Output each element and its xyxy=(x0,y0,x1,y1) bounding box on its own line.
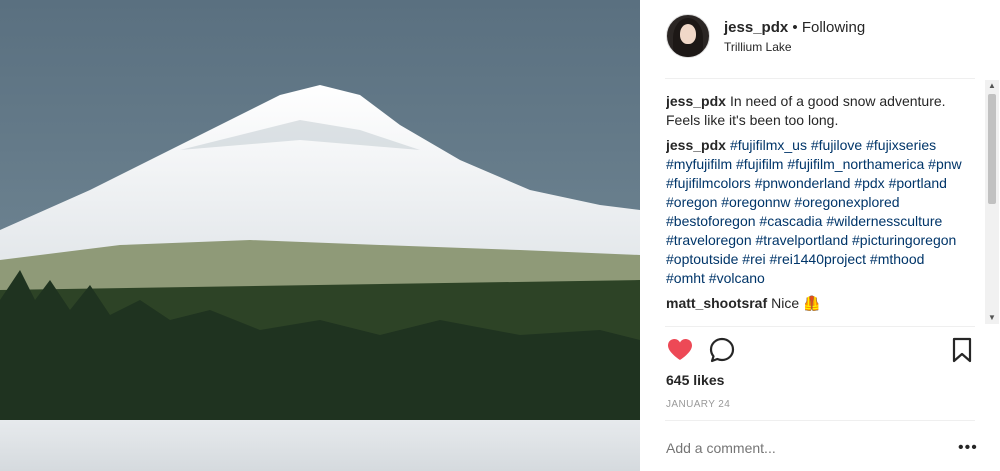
post-header: jess_pdx • Following Trillium Lake xyxy=(666,14,976,58)
avatar-face xyxy=(680,24,696,44)
location-link[interactable]: Trillium Lake xyxy=(724,40,865,54)
scroll-up-arrow-icon[interactable]: ▲ xyxy=(985,80,999,92)
post-sidebar: jess_pdx • Following Trillium Lake jess_… xyxy=(640,0,1000,471)
comments-scrollbar[interactable]: ▲ ▼ xyxy=(985,80,999,324)
header-divider xyxy=(665,78,975,79)
comment-author[interactable]: jess_pdx xyxy=(666,93,726,109)
comments-list[interactable]: jess_pdx In need of a good snow adventure… xyxy=(666,92,966,324)
comment-author[interactable]: jess_pdx xyxy=(666,137,726,153)
comment-item: jess_pdx In need of a good snow adventure… xyxy=(666,92,966,130)
scroll-down-arrow-icon[interactable]: ▼ xyxy=(985,312,999,324)
like-button[interactable] xyxy=(666,336,694,364)
action-bar xyxy=(666,336,976,364)
footer-divider xyxy=(665,420,975,421)
post-date: JANUARY 24 xyxy=(666,399,731,410)
comment-author[interactable]: matt_shootsraf xyxy=(666,295,767,311)
post-container: jess_pdx • Following Trillium Lake jess_… xyxy=(0,0,1000,471)
more-options-button[interactable]: ••• xyxy=(958,440,978,456)
avatar[interactable] xyxy=(666,14,710,58)
save-button[interactable] xyxy=(948,336,976,364)
hashtag-list[interactable]: #fujifilmx_us #fujilove #fujixseries #my… xyxy=(666,137,962,286)
comments-divider xyxy=(665,326,975,327)
bookmark-icon xyxy=(952,337,972,363)
header-text: jess_pdx • Following Trillium Lake xyxy=(724,19,865,54)
user-line: jess_pdx • Following xyxy=(724,19,865,36)
following-button[interactable]: Following xyxy=(802,19,865,36)
add-comment-input[interactable] xyxy=(666,440,911,456)
mountain-photo xyxy=(0,0,640,471)
comment-text: Nice 🦺 xyxy=(771,295,821,311)
comment-item: jess_pdx #fujifilmx_us #fujilove #fujixse… xyxy=(666,136,966,288)
heart-filled-icon xyxy=(668,339,692,360)
separator-dot: • xyxy=(792,18,798,36)
speech-bubble-icon xyxy=(709,337,735,363)
post-photo[interactable] xyxy=(0,0,640,471)
scrollbar-thumb[interactable] xyxy=(988,94,996,204)
likes-count[interactable]: 645 likes xyxy=(666,372,724,388)
comment-item: matt_shootsraf Nice 🦺 xyxy=(666,294,966,313)
comment-button[interactable] xyxy=(708,336,736,364)
username-link[interactable]: jess_pdx xyxy=(724,19,788,36)
